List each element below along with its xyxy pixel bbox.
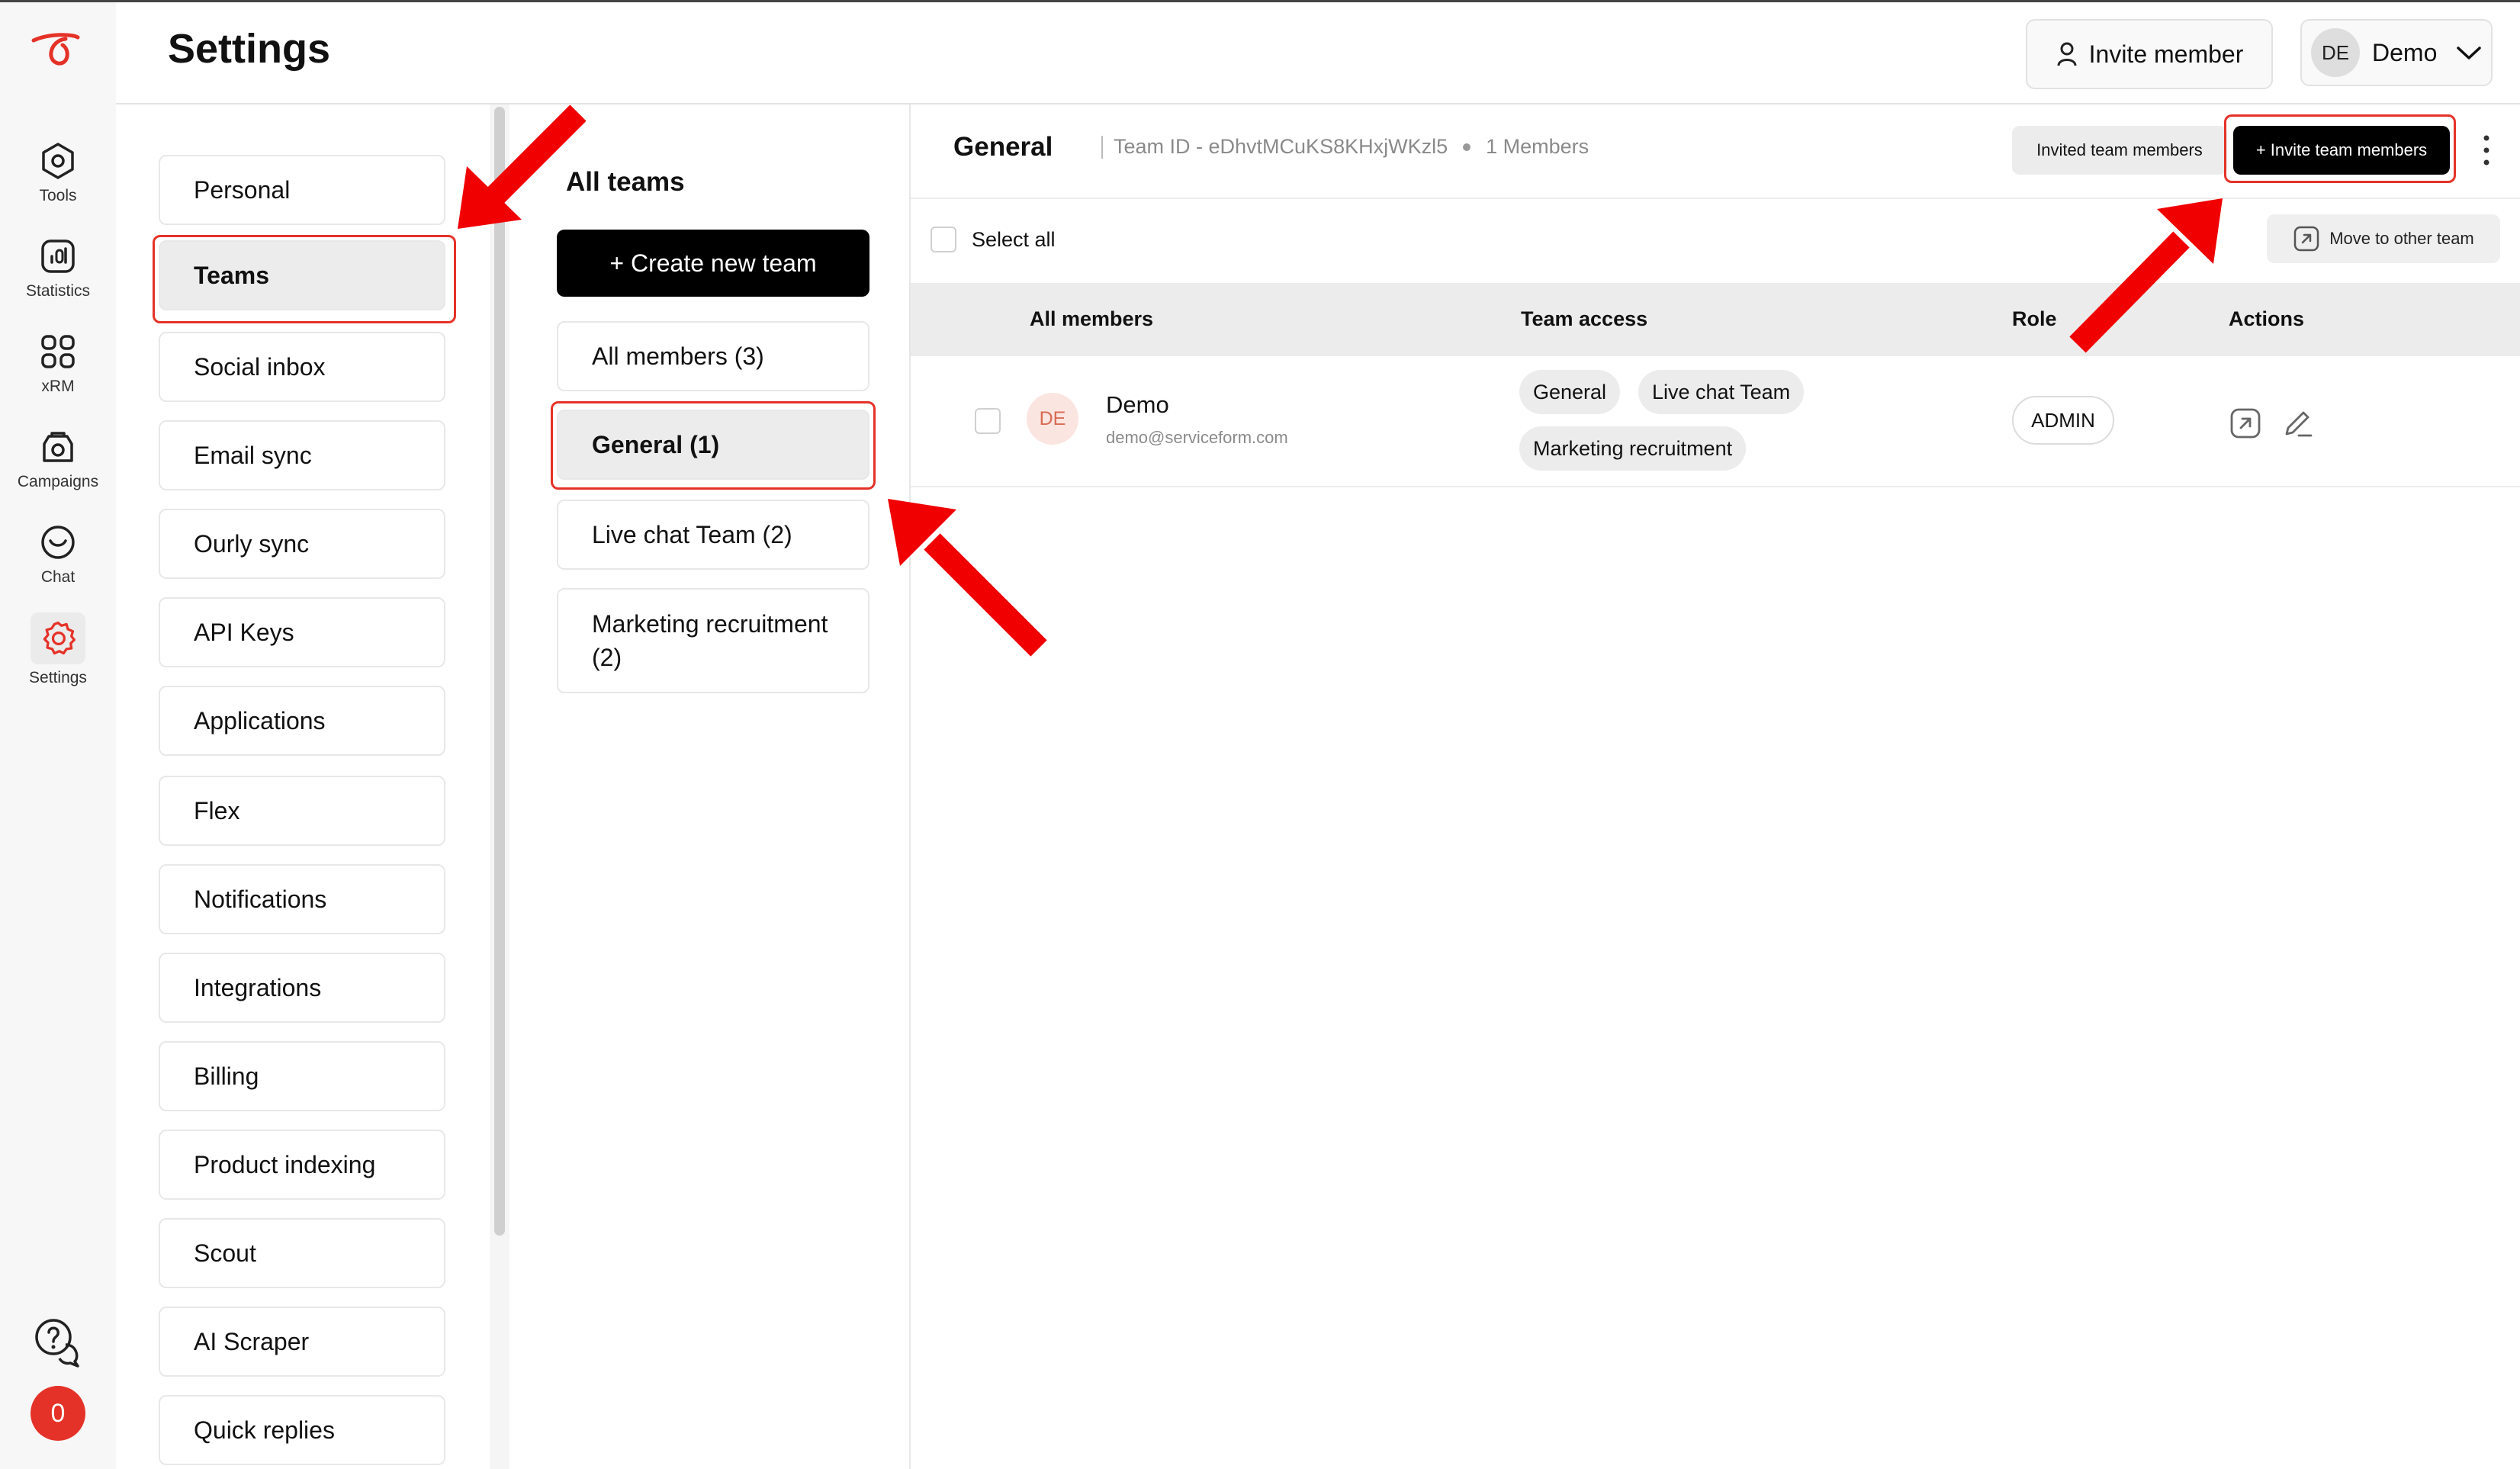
menu-scrollbar-thumb[interactable] [494,107,505,1236]
rail-label: xRM [41,378,75,395]
move-to-other-team-button[interactable]: Move to other team [2267,214,2500,263]
column-header-role: Role [2012,307,2057,330]
menu-item-notifications[interactable]: Notifications [159,864,445,934]
dot-separator [1463,143,1471,151]
user-icon [2057,42,2077,66]
rail-label: Settings [29,669,87,686]
rail-label: Campaigns [17,473,99,490]
role-badge[interactable]: ADMIN [2012,396,2114,445]
user-menu[interactable]: DE Demo [2300,19,2493,86]
team-list: All teams + Create new team All members … [513,104,911,1469]
highlight-teams [153,235,456,323]
gear-icon [43,621,76,655]
team-item-all-members[interactable]: All members (3) [557,321,869,391]
page-title: Settings [168,26,331,72]
team-item-marketing-recruitment[interactable]: Marketing recruitment (2) [557,588,869,693]
menu-item-applications[interactable]: Applications [159,686,445,756]
divider [911,198,2520,199]
rail-label: Tools [39,187,77,204]
edit-icon[interactable] [2281,407,2314,440]
row-checkbox[interactable] [975,408,1001,434]
team-meta: Team ID - eDhvtMCuKS8KHxjWKzl5 1 Members [1101,135,1589,159]
avatar: DE [2311,28,2360,77]
members-table-header: All members Team access Role Actions [911,283,2520,356]
menu-item-product-indexing[interactable]: Product indexing [159,1130,445,1200]
menu-item-email-sync[interactable]: Email sync [159,420,445,490]
create-team-button[interactable]: + Create new team [557,230,869,297]
select-all-label: Select all [972,227,1056,251]
invite-member-button[interactable]: Invite member [2026,19,2273,89]
notification-badge[interactable]: 0 [31,1386,85,1441]
menu-item-scout[interactable]: Scout [159,1218,445,1288]
menu-item-social-inbox[interactable]: Social inbox [159,332,445,402]
column-header-members: All members [1030,307,1154,330]
menu-item-integrations[interactable]: Integrations [159,953,445,1023]
rail-item-settings[interactable]: Settings [0,612,116,696]
menu-item-personal[interactable]: Personal [159,155,445,225]
invite-member-label: Invite member [2088,40,2244,68]
team-detail-panel: General Team ID - eDhvtMCuKS8KHxjWKzl5 1… [911,104,2520,1469]
move-icon [2293,226,2319,252]
divider [1101,135,1103,159]
rail-label: Statistics [25,282,91,300]
rail-item-chat[interactable]: Chat [0,521,116,605]
avatar: DE [1027,393,1078,445]
menu-item-api-keys[interactable]: API Keys [159,597,445,667]
active-indicator [31,612,85,664]
team-access-chip: Marketing recruitment [1519,426,1747,471]
rail-item-xrm[interactable]: xRM [0,330,116,414]
icon-rail: Tools Statistics xRM Campaigns Chat Sett… [0,2,117,1469]
select-all-row: Select all [931,227,1056,252]
menu-item-ourly-sync[interactable]: Ourly sync [159,509,445,579]
menu-item-billing[interactable]: Billing [159,1041,445,1111]
rail-item-tools[interactable]: Tools [0,140,116,223]
rail-item-statistics[interactable]: Statistics [0,235,116,319]
user-name: Demo [2372,38,2438,66]
move-label: Move to other team [2329,229,2474,248]
grid-icon [41,335,75,368]
team-id: Team ID - eDhvtMCuKS8KHxjWKzl5 [1114,135,1448,158]
more-options-icon[interactable] [2479,127,2494,173]
bar-chart-icon [41,239,75,273]
chat-icon [41,526,75,559]
menu-item-ai-scraper[interactable]: AI Scraper [159,1307,445,1377]
menu-item-flex[interactable]: Flex [159,776,445,846]
member-email: demo@serviceform.com [1106,428,1288,447]
chevron-down-icon [2457,47,2482,59]
rail-item-campaigns[interactable]: Campaigns [0,426,116,509]
menu-item-quick-replies[interactable]: Quick replies [159,1395,445,1465]
team-item-live-chat[interactable]: Live chat Team (2) [557,500,869,570]
column-header-actions: Actions [2229,307,2305,330]
team-list-title: All teams [566,167,685,197]
hexagon-icon [42,143,74,179]
highlight-general-team [551,401,876,490]
help-chat-icon[interactable] [31,1314,85,1369]
member-count: 1 Members [1486,135,1589,158]
table-row: DE Demo demo@serviceform.com General Liv… [911,356,2520,487]
invited-team-members-button[interactable]: Invited team members [2012,126,2227,175]
select-all-checkbox[interactable] [931,227,956,252]
member-name: Demo [1106,391,1169,418]
rail-label: Chat [40,568,76,586]
team-access-chip: General [1519,370,1621,414]
highlight-invite-team-members [2224,114,2456,183]
top-header: Settings Invite member DE Demo [116,2,2520,104]
team-title: General [953,132,1053,162]
team-access-chip: Live chat Team [1638,370,1805,414]
move-member-icon[interactable] [2229,407,2262,440]
column-header-access: Team access [1521,307,1648,330]
brand-logo-icon[interactable] [27,30,88,76]
campaign-icon [43,432,73,462]
